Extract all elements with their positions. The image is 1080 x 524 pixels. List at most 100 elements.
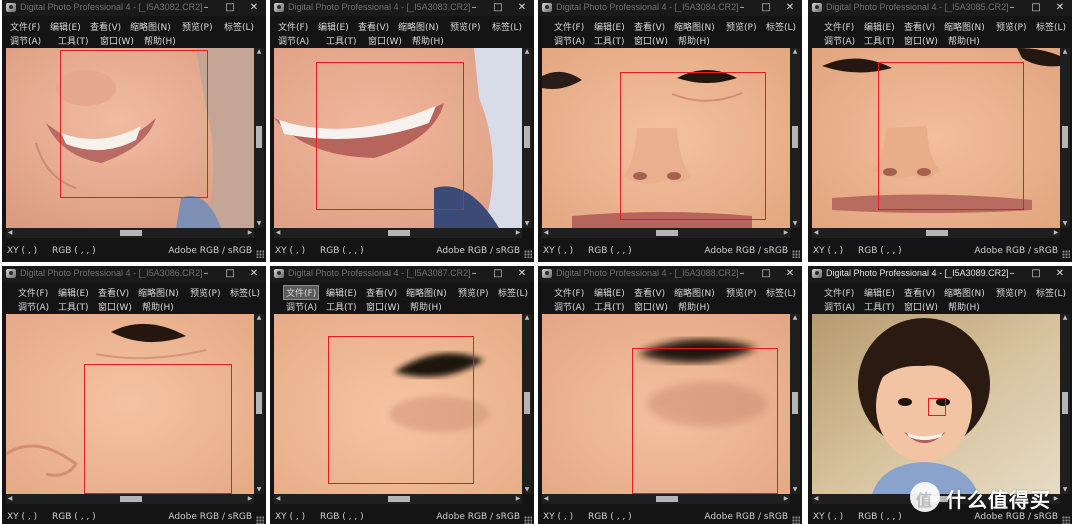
- scroll-thumb[interactable]: [524, 126, 530, 148]
- vertical-scrollbar[interactable]: ▲ ▼: [522, 314, 532, 494]
- dpp-window-2[interactable]: Digital Photo Professional 4 - [_I5A3083…: [270, 0, 534, 262]
- horizontal-scrollbar[interactable]: ◀ ▶: [6, 494, 254, 504]
- menu-tools[interactable]: 工具(T): [56, 300, 91, 313]
- image-canvas[interactable]: [542, 314, 790, 494]
- menu-window[interactable]: 窗口(W): [902, 34, 940, 47]
- scroll-up-icon[interactable]: ▲: [254, 314, 264, 322]
- dpp-window-5[interactable]: Digital Photo Professional 4 - [_I5A3086…: [2, 266, 266, 524]
- scroll-right-icon[interactable]: ▶: [246, 228, 254, 238]
- scroll-down-icon[interactable]: ▼: [790, 220, 800, 228]
- scroll-down-icon[interactable]: ▼: [522, 220, 532, 228]
- scroll-right-icon[interactable]: ▶: [782, 494, 790, 504]
- resize-grip-icon[interactable]: [792, 516, 800, 524]
- resize-grip-icon[interactable]: [524, 516, 532, 524]
- title-bar[interactable]: Digital Photo Professional 4 - [_I5A3087…: [270, 266, 534, 282]
- scroll-right-icon[interactable]: ▶: [1052, 228, 1060, 238]
- menu-adjust[interactable]: 调节(A): [284, 300, 319, 313]
- scroll-up-icon[interactable]: ▲: [254, 48, 264, 56]
- menu-adjust[interactable]: 调节(A): [822, 34, 857, 47]
- scroll-down-icon[interactable]: ▼: [1060, 220, 1070, 228]
- scroll-thumb[interactable]: [524, 392, 530, 414]
- menu-help[interactable]: 帮助(H): [946, 34, 982, 47]
- menu-tools[interactable]: 工具(T): [324, 300, 359, 313]
- menu-tools[interactable]: 工具(T): [56, 34, 91, 47]
- image-canvas[interactable]: [812, 48, 1060, 228]
- close-icon[interactable]: ✕: [510, 0, 534, 16]
- menu-help[interactable]: 帮助(H): [142, 34, 178, 47]
- resize-grip-icon[interactable]: [524, 250, 532, 258]
- dpp-window-7[interactable]: Digital Photo Professional 4 - [_I5A3088…: [538, 266, 802, 524]
- title-bar[interactable]: Digital Photo Professional 4 - [_I5A3088…: [538, 266, 802, 282]
- image-canvas[interactable]: [812, 314, 1060, 494]
- scroll-thumb[interactable]: [256, 126, 262, 148]
- scroll-thumb[interactable]: [1062, 392, 1068, 414]
- menu-tools[interactable]: 工具(T): [324, 34, 359, 47]
- menu-window[interactable]: 窗口(W): [902, 300, 940, 313]
- image-canvas[interactable]: [274, 48, 522, 228]
- maximize-icon[interactable]: □: [1024, 266, 1048, 282]
- close-icon[interactable]: ✕: [778, 0, 802, 16]
- minimize-icon[interactable]: –: [194, 0, 218, 16]
- menu-window[interactable]: 窗口(W): [366, 34, 404, 47]
- minimize-icon[interactable]: –: [1000, 0, 1024, 16]
- scroll-right-icon[interactable]: ▶: [782, 228, 790, 238]
- scroll-up-icon[interactable]: ▲: [790, 314, 800, 322]
- menu-adjust[interactable]: 调节(A): [822, 300, 857, 313]
- menu-help[interactable]: 帮助(H): [946, 300, 982, 313]
- menu-adjust[interactable]: 调节(A): [16, 300, 51, 313]
- scroll-up-icon[interactable]: ▲: [522, 48, 532, 56]
- vertical-scrollbar[interactable]: ▲ ▼: [790, 314, 800, 494]
- scroll-thumb[interactable]: [792, 126, 798, 148]
- menu-help[interactable]: 帮助(H): [676, 300, 712, 313]
- scroll-down-icon[interactable]: ▼: [254, 220, 264, 228]
- menu-adjust[interactable]: 调节(A): [552, 34, 587, 47]
- minimize-icon[interactable]: –: [462, 0, 486, 16]
- menu-adjust[interactable]: 调节(A): [8, 34, 43, 47]
- maximize-icon[interactable]: □: [486, 0, 510, 16]
- scroll-left-icon[interactable]: ◀: [274, 494, 282, 504]
- image-canvas[interactable]: [542, 48, 790, 228]
- vertical-scrollbar[interactable]: ▲ ▼: [254, 48, 264, 228]
- vertical-scrollbar[interactable]: ▲ ▼: [254, 314, 264, 494]
- menu-tools[interactable]: 工具(T): [592, 300, 627, 313]
- title-bar[interactable]: Digital Photo Professional 4 - [_I5A3083…: [270, 0, 534, 16]
- maximize-icon[interactable]: □: [754, 0, 778, 16]
- maximize-icon[interactable]: □: [1024, 0, 1048, 16]
- dpp-window-6[interactable]: Digital Photo Professional 4 - [_I5A3087…: [270, 266, 534, 524]
- horizontal-scrollbar[interactable]: ◀ ▶: [274, 494, 522, 504]
- menu-help[interactable]: 帮助(H): [676, 34, 712, 47]
- minimize-icon[interactable]: –: [730, 0, 754, 16]
- menu-tools[interactable]: 工具(T): [862, 34, 897, 47]
- menu-help[interactable]: 帮助(H): [408, 300, 444, 313]
- title-bar[interactable]: Digital Photo Professional 4 - [_I5A3086…: [2, 266, 266, 282]
- vertical-scrollbar[interactable]: ▲ ▼: [1060, 314, 1070, 494]
- scroll-up-icon[interactable]: ▲: [1060, 48, 1070, 56]
- title-bar[interactable]: Digital Photo Professional 4 - [_I5A3082…: [2, 0, 266, 16]
- vertical-scrollbar[interactable]: ▲ ▼: [790, 48, 800, 228]
- scroll-right-icon[interactable]: ▶: [514, 228, 522, 238]
- menu-window[interactable]: 窗口(W): [632, 300, 670, 313]
- image-canvas[interactable]: [274, 314, 522, 494]
- title-bar[interactable]: Digital Photo Professional 4 - [_I5A3085…: [808, 0, 1072, 16]
- scroll-left-icon[interactable]: ◀: [542, 228, 550, 238]
- scroll-thumb[interactable]: [926, 230, 948, 236]
- scroll-down-icon[interactable]: ▼: [790, 486, 800, 494]
- horizontal-scrollbar[interactable]: ◀ ▶: [542, 494, 790, 504]
- minimize-icon[interactable]: –: [730, 266, 754, 282]
- minimize-icon[interactable]: –: [462, 266, 486, 282]
- scroll-left-icon[interactable]: ◀: [542, 494, 550, 504]
- close-icon[interactable]: ✕: [1048, 0, 1072, 16]
- scroll-thumb[interactable]: [120, 496, 142, 502]
- horizontal-scrollbar[interactable]: ◀ ▶: [542, 228, 790, 238]
- maximize-icon[interactable]: □: [754, 266, 778, 282]
- menu-window[interactable]: 窗口(W): [364, 300, 402, 313]
- resize-grip-icon[interactable]: [792, 250, 800, 258]
- scroll-up-icon[interactable]: ▲: [1060, 314, 1070, 322]
- scroll-right-icon[interactable]: ▶: [246, 494, 254, 504]
- resize-grip-icon[interactable]: [256, 516, 264, 524]
- horizontal-scrollbar[interactable]: ◀ ▶: [6, 228, 254, 238]
- close-icon[interactable]: ✕: [778, 266, 802, 282]
- menu-help[interactable]: 帮助(H): [410, 34, 446, 47]
- title-bar[interactable]: Digital Photo Professional 4 - [_I5A3084…: [538, 0, 802, 16]
- maximize-icon[interactable]: □: [486, 266, 510, 282]
